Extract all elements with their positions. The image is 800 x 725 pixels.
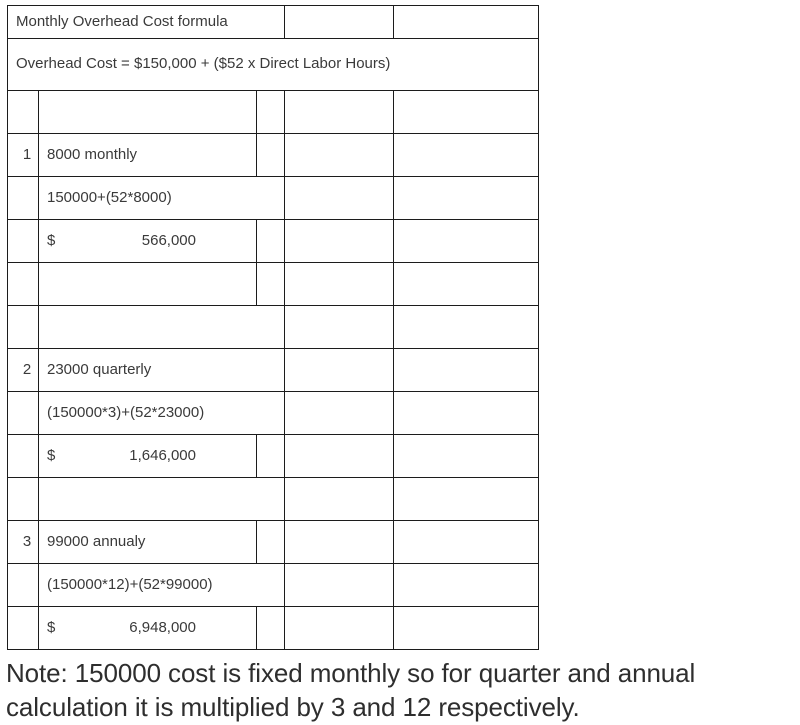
cell-empty	[7, 176, 39, 220]
money-value: $ 6,948,000	[47, 619, 256, 638]
cell-empty	[393, 133, 540, 177]
cell-empty	[393, 5, 540, 39]
table-row-item-description: 1 8000 monthly	[7, 133, 540, 177]
cell-empty	[393, 563, 540, 607]
cell-empty	[38, 262, 257, 306]
cell-empty	[255, 133, 286, 177]
table-row-item-calculation: 150000+(52*8000)	[7, 176, 540, 220]
cell-empty	[393, 176, 540, 220]
cell-empty	[7, 90, 39, 134]
cell-empty	[284, 391, 395, 435]
cell-empty	[393, 348, 540, 392]
table-row-formula: Overhead Cost = $150,000 + ($52 x Direct…	[6, 38, 540, 91]
cell-empty	[7, 606, 39, 650]
cell-empty	[393, 434, 540, 478]
cell-empty	[255, 219, 286, 263]
cell-empty	[284, 606, 395, 650]
table-row-spacer	[7, 477, 540, 521]
cell-overhead-formula: Overhead Cost = $150,000 + ($52 x Direct…	[6, 38, 540, 91]
table-row-item-calculation: (150000*3)+(52*23000)	[7, 391, 540, 435]
table-row-item-result: $ 566,000	[7, 219, 540, 263]
cell-empty	[7, 262, 39, 306]
cell-empty	[284, 434, 395, 478]
cell-empty	[284, 348, 395, 392]
cell-empty	[393, 90, 540, 134]
cell-empty	[38, 90, 257, 134]
result-amount: 1,646,000	[129, 446, 196, 464]
table-row-title: Monthly Overhead Cost formula	[6, 5, 540, 39]
table-row-item-result: $ 1,646,000	[7, 434, 540, 478]
cell-empty	[37, 305, 286, 349]
currency-symbol: $	[47, 446, 56, 464]
cell-empty	[393, 391, 540, 435]
cell-empty	[284, 5, 395, 39]
cell-empty	[284, 219, 395, 263]
cell-empty	[255, 520, 286, 564]
cell-item-index: 1	[7, 133, 39, 177]
cell-empty	[284, 133, 395, 177]
table-row-spacer	[7, 305, 540, 349]
table-row-item-calculation: (150000*12)+(52*99000)	[7, 563, 540, 607]
result-amount: 566,000	[141, 231, 196, 249]
cell-empty	[255, 90, 286, 134]
cell-empty	[255, 434, 286, 478]
cell-item-calculation: 150000+(52*8000)	[37, 176, 286, 220]
table-row-item-result: $ 6,948,000	[7, 606, 540, 650]
table-row-item-description: 3 99000 annualy	[7, 520, 540, 564]
money-value: $ 1,646,000	[47, 447, 256, 466]
cell-table-title: Monthly Overhead Cost formula	[6, 5, 286, 39]
overhead-cost-sheet: Monthly Overhead Cost formula Overhead C…	[6, 5, 540, 650]
result-amount: 6,948,000	[129, 618, 196, 636]
cell-item-description: 8000 monthly	[38, 133, 257, 177]
cell-empty	[7, 477, 39, 521]
note-text: Note: 150000 cost is fixed monthly so fo…	[6, 658, 696, 723]
cell-empty	[284, 176, 395, 220]
cell-empty	[255, 606, 286, 650]
cell-empty	[284, 563, 395, 607]
cell-empty	[7, 219, 39, 263]
cell-item-result: $ 1,646,000	[38, 434, 257, 478]
cell-empty	[393, 305, 540, 349]
cell-empty	[7, 391, 39, 435]
cell-empty	[284, 305, 395, 349]
table-row-item-description: 2 23000 quarterly	[7, 348, 540, 392]
cell-item-calculation: (150000*3)+(52*23000)	[37, 391, 286, 435]
cell-item-result: $ 566,000	[38, 219, 257, 263]
cell-item-description: 23000 quarterly	[37, 348, 286, 392]
cell-item-description: 99000 annualy	[38, 520, 257, 564]
cell-empty	[393, 520, 540, 564]
cell-empty	[284, 262, 395, 306]
cell-item-index: 3	[7, 520, 39, 564]
cell-empty	[284, 520, 395, 564]
table-row-spacer	[7, 262, 540, 306]
cell-empty	[393, 262, 540, 306]
cell-empty	[393, 219, 540, 263]
cell-empty	[255, 262, 286, 306]
cell-empty	[37, 477, 286, 521]
cell-item-result: $ 6,948,000	[38, 606, 257, 650]
cell-empty	[393, 606, 540, 650]
currency-symbol: $	[47, 618, 56, 636]
cell-empty	[7, 434, 39, 478]
money-value: $ 566,000	[47, 232, 256, 251]
cell-empty	[284, 90, 395, 134]
cell-item-index: 2	[7, 348, 39, 392]
cell-empty	[7, 563, 39, 607]
table-row-spacer	[7, 90, 540, 134]
cell-item-calculation: (150000*12)+(52*99000)	[37, 563, 286, 607]
overhead-cost-table: Monthly Overhead Cost formula Overhead C…	[6, 5, 540, 650]
cell-empty	[284, 477, 395, 521]
currency-symbol: $	[47, 231, 56, 249]
cell-empty	[7, 305, 39, 349]
cell-empty	[393, 477, 540, 521]
